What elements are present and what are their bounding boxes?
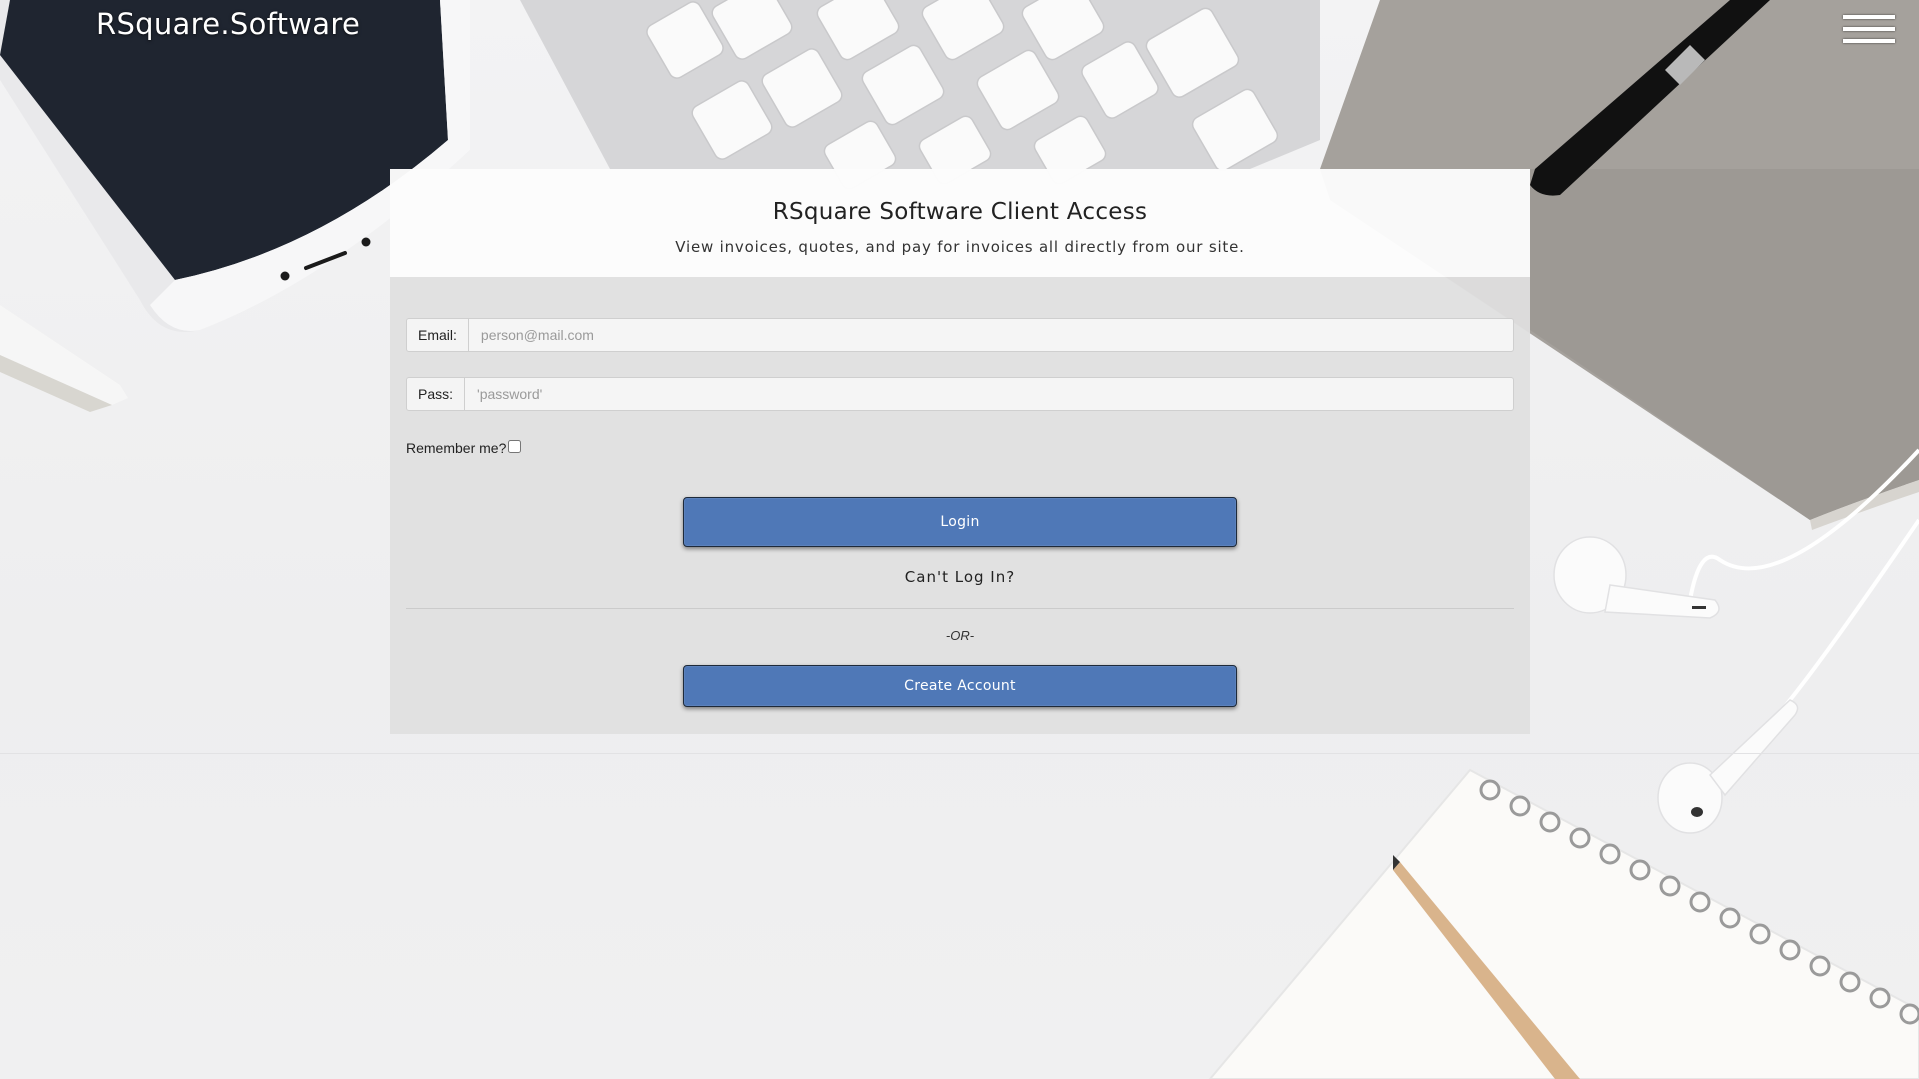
hamburger-menu-icon[interactable] <box>1843 11 1895 47</box>
keyboard-illustration <box>520 0 1320 190</box>
email-field-group: Email: <box>406 318 1514 352</box>
remember-me-group: Remember me? <box>406 439 522 456</box>
or-separator-text: -OR- <box>945 628 975 643</box>
menu-bar-top <box>1843 15 1895 19</box>
page-subtitle: View invoices, quotes, and pay for invoi… <box>675 238 1245 256</box>
login-card-header: RSquare Software Client Access View invo… <box>390 169 1530 277</box>
remember-me-label: Remember me? <box>406 440 507 456</box>
create-account-button[interactable]: Create Account <box>683 665 1237 707</box>
password-field-group: Pass: <box>406 377 1514 411</box>
remember-me-checkbox[interactable] <box>508 439 522 453</box>
login-button[interactable]: Login <box>683 497 1237 547</box>
email-label: Email: <box>406 318 469 352</box>
password-input[interactable] <box>465 377 1514 411</box>
brand-logo-text[interactable]: RSquare.Software <box>96 6 360 42</box>
password-label: Pass: <box>406 377 466 411</box>
pen-illustration <box>0 305 128 412</box>
login-card: RSquare Software Client Access View invo… <box>390 169 1530 734</box>
spiral-notebook-illustration <box>1208 768 1919 1079</box>
page-title: RSquare Software Client Access <box>772 199 1148 225</box>
background-divider <box>0 753 1919 754</box>
email-input[interactable] <box>468 318 1514 352</box>
form-divider <box>406 608 1514 609</box>
menu-bar-middle <box>1843 27 1895 31</box>
cant-log-in-link[interactable]: Can't Log In? <box>390 568 1530 586</box>
login-form: Email: Pass: Remember me? Login Can't Lo… <box>390 277 1530 734</box>
menu-bar-bottom <box>1843 39 1895 43</box>
